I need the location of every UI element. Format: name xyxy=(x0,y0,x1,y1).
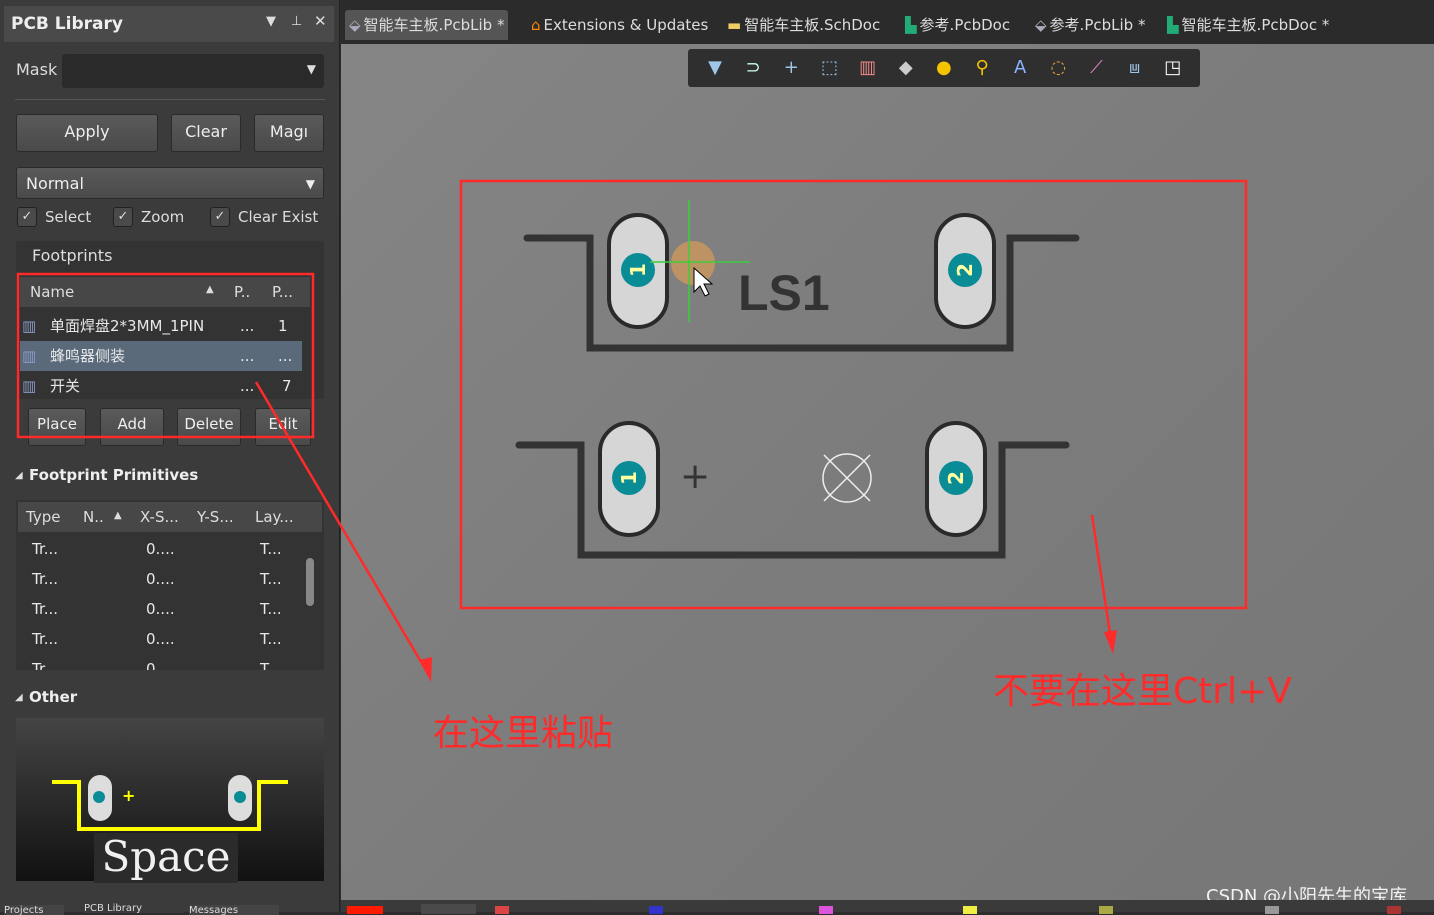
origin-marker xyxy=(822,453,872,503)
annotation-arrow xyxy=(254,381,429,673)
arc-icon[interactable]: ◌ xyxy=(1044,54,1072,82)
designator-text: LS1 xyxy=(738,265,830,321)
pad: 2 xyxy=(925,421,987,537)
pad-number: 2 xyxy=(944,471,968,485)
layer-color-indicator[interactable] xyxy=(347,906,383,914)
cross-icon[interactable]: + xyxy=(777,54,805,82)
pad-number: 2 xyxy=(953,263,977,277)
dimension-icon[interactable]: ⩏ xyxy=(1121,54,1149,82)
layer-tab-top-overlay[interactable] xyxy=(963,906,977,914)
annotation-paste-here: 在这里粘贴 xyxy=(433,713,614,754)
pad-number: 1 xyxy=(617,471,641,485)
filter-icon[interactable]: ▼ xyxy=(701,54,729,82)
canvas-drawing: 1 2 1 2 LS1 + xyxy=(16,179,1248,682)
annotation-not-here: 不要在这里Ctrl+V xyxy=(993,671,1292,712)
layer-tab-top[interactable] xyxy=(495,906,509,914)
pad-number: 1 xyxy=(626,263,650,277)
line-icon[interactable]: ⟋ xyxy=(1082,54,1110,82)
pad: 2 xyxy=(934,213,996,329)
region-icon[interactable]: ◳ xyxy=(1159,54,1187,82)
layer-tab-paste[interactable] xyxy=(1265,906,1279,914)
eraser-icon[interactable]: ◆ xyxy=(892,54,920,82)
magnet-icon[interactable]: ⊃ xyxy=(739,54,767,82)
active-bar-toolbar: ▼ ⊃ + ⬚ ▥ ◆ ● ⚲ A ◌ ⟋ ⩏ ◳ xyxy=(688,49,1200,87)
select-rect-icon[interactable]: ⬚ xyxy=(815,54,843,82)
annotation-arrow xyxy=(1090,514,1113,641)
origin-plus: + xyxy=(680,456,710,497)
pad: 1 xyxy=(607,213,669,329)
layer-tabs-bar xyxy=(341,900,1434,914)
cursor-highlight xyxy=(671,241,715,285)
via-icon[interactable]: ⚲ xyxy=(968,54,996,82)
layer-tab-solder[interactable] xyxy=(1387,906,1401,914)
annotation-box-list xyxy=(16,272,315,439)
text-icon[interactable]: A xyxy=(1006,54,1034,82)
pads: 1 2 1 2 xyxy=(598,213,996,537)
layer-nav-buttons[interactable] xyxy=(421,904,476,914)
layer-tab-mechanical[interactable] xyxy=(819,906,833,914)
pad: 1 xyxy=(598,421,660,537)
pad-icon[interactable]: ● xyxy=(930,54,958,82)
align-icon[interactable]: ▥ xyxy=(854,54,882,82)
layer-tab-bottom-overlay[interactable] xyxy=(1099,906,1113,914)
layer-tab-bottom[interactable] xyxy=(649,906,663,914)
